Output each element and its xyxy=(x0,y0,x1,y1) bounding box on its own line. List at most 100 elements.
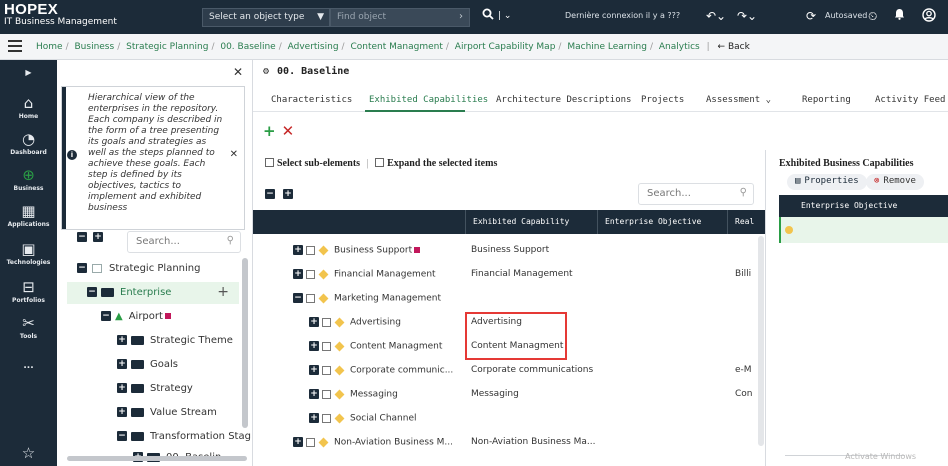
tab-architecture-descriptions[interactable]: Architecture Descriptions xyxy=(496,95,631,105)
breadcrumb-item[interactable]: 00. Baseline xyxy=(220,42,275,52)
expand-icon[interactable]: + xyxy=(117,359,127,369)
row-checkbox[interactable] xyxy=(306,293,315,303)
tree-node-strategy[interactable]: + Strategy xyxy=(57,378,239,400)
tree-node-strategic-planning[interactable]: − Strategic Planning xyxy=(57,258,239,280)
collapse-icon[interactable]: − xyxy=(293,293,303,303)
expand-icon[interactable]: + xyxy=(309,413,319,423)
grid-vertical-scrollbar[interactable] xyxy=(758,236,764,446)
grid-search-input[interactable]: Search... ⚲ xyxy=(638,183,754,205)
close-panel-icon[interactable]: ✕ xyxy=(233,65,243,79)
breadcrumb-item[interactable]: Analytics xyxy=(659,42,700,52)
row-checkbox[interactable] xyxy=(322,341,331,351)
expand-icon[interactable]: + xyxy=(293,269,303,279)
table-row[interactable]: + Financial Management Financial Manageme… xyxy=(253,262,767,286)
nav-item-dashboard[interactable]: ◔ Dashboard xyxy=(0,130,57,156)
find-object-input[interactable]: Find object › xyxy=(330,8,470,27)
expand-icon[interactable]: + xyxy=(309,365,319,375)
row-checkbox[interactable] xyxy=(322,365,331,375)
expand-icon[interactable]: + xyxy=(117,383,127,393)
expand-icon[interactable]: + xyxy=(117,335,127,345)
tree-node-airport[interactable]: − ▲ Airport xyxy=(57,306,239,328)
back-button[interactable]: ← Back xyxy=(718,42,750,52)
user-account-icon[interactable] xyxy=(922,8,936,26)
nav-item-business[interactable]: ⊕ Business xyxy=(0,166,57,192)
history-icon[interactable]: ⏲ xyxy=(868,8,877,24)
table-row[interactable]: − Marketing Management xyxy=(253,286,767,310)
tab-characteristics[interactable]: Characteristics xyxy=(271,95,352,105)
right-panel-row[interactable] xyxy=(779,217,948,243)
undo-icon[interactable]: ↶⌄ xyxy=(706,8,726,24)
search-options-icon[interactable]: | ⌄ xyxy=(498,8,511,24)
hamburger-menu-icon[interactable] xyxy=(8,40,22,52)
add-icon[interactable]: + xyxy=(263,122,276,140)
refresh-icon[interactable]: ⟳ xyxy=(806,8,816,24)
row-checkbox[interactable] xyxy=(322,389,331,399)
row-checkbox[interactable] xyxy=(322,413,331,423)
expand-icon[interactable]: + xyxy=(309,317,319,327)
nav-item-tools[interactable]: ✂ Tools xyxy=(0,314,57,340)
table-row[interactable]: + Non-Aviation Business M... Non-Aviation… xyxy=(253,430,767,454)
add-icon[interactable]: + xyxy=(217,284,229,300)
properties-button[interactable]: ▤ Properties xyxy=(787,174,867,190)
column-header-exhibited-capability[interactable]: Exhibited Capability xyxy=(473,217,569,226)
row-checkbox[interactable] xyxy=(306,245,315,255)
collapse-icon[interactable]: − xyxy=(117,431,127,441)
table-row[interactable]: + Corporate communic... Corporate communi… xyxy=(253,358,767,382)
tree-vertical-scrollbar[interactable] xyxy=(242,258,248,428)
tree-horizontal-scrollbar[interactable] xyxy=(67,456,247,461)
table-row[interactable]: + Business Support Business Support xyxy=(253,238,767,262)
row-checkbox[interactable] xyxy=(306,437,315,447)
expand-icon[interactable]: + xyxy=(293,245,303,255)
tree-node-strategic-theme[interactable]: + Strategic Theme xyxy=(57,330,239,352)
nav-item-technologies[interactable]: ▣ Technologies xyxy=(0,240,57,266)
remove-button[interactable]: ⊗ Remove xyxy=(866,174,924,190)
tree-node-enterprise[interactable]: − Enterprise + xyxy=(67,282,239,304)
tree-search-input[interactable]: Search... ⚲ xyxy=(127,231,241,253)
nav-item-applications[interactable]: ▦ Applications xyxy=(0,202,57,228)
column-header-enterprise-objective[interactable]: Enterprise Objective xyxy=(605,217,701,226)
table-row[interactable]: + Messaging Messaging Con xyxy=(253,382,767,406)
right-panel-column-header[interactable]: Enterprise Objective xyxy=(779,195,948,217)
select-sub-elements-checkbox[interactable] xyxy=(265,158,274,168)
tab-activity-feed[interactable]: Activity Feed xyxy=(875,95,945,105)
remove-icon[interactable]: ✕ xyxy=(282,122,295,140)
breadcrumb-item[interactable]: Strategic Planning xyxy=(126,42,208,52)
breadcrumb-item[interactable]: Machine Learning xyxy=(567,42,647,52)
tree-node-goals[interactable]: + Goals xyxy=(57,354,239,376)
tab-exhibited-capabilities[interactable]: Exhibited Capabilities xyxy=(369,95,488,105)
bell-icon[interactable] xyxy=(894,8,905,24)
collapse-icon[interactable]: − xyxy=(101,311,111,321)
nav-collapse-toggle[interactable]: ▶ xyxy=(0,64,57,82)
redo-icon[interactable]: ↷⌄ xyxy=(737,8,757,24)
select-sub-elements-option[interactable]: Select sub-elements xyxy=(265,158,360,169)
tab-reporting[interactable]: Reporting xyxy=(802,95,851,105)
brand-logo[interactable]: HOPEX IT Business Management xyxy=(4,2,117,27)
collapse-all-icon[interactable]: − xyxy=(265,189,275,199)
collapse-all-icon[interactable]: − xyxy=(77,232,87,242)
breadcrumb-item[interactable]: Airport Capability Map xyxy=(455,42,556,52)
row-checkbox[interactable] xyxy=(322,317,331,327)
tab-assessment[interactable]: Assessment ⌄ xyxy=(706,95,771,105)
expand-icon[interactable]: + xyxy=(117,407,127,417)
nav-item-home[interactable]: ⌂ Home xyxy=(0,94,57,120)
nav-item-portfolios[interactable]: ⊟ Portfolios xyxy=(0,278,57,304)
breadcrumb-item[interactable]: Advertising xyxy=(288,42,339,52)
tab-projects[interactable]: Projects xyxy=(641,95,684,105)
expand-icon[interactable]: + xyxy=(293,437,303,447)
nav-item-favorites[interactable]: ☆ xyxy=(0,444,57,462)
tree-node-transformation-stage[interactable]: − Transformation Stag xyxy=(57,426,251,448)
row-checkbox[interactable] xyxy=(306,269,315,279)
column-header-real[interactable]: Real xyxy=(735,217,754,226)
expand-icon[interactable]: + xyxy=(309,389,319,399)
expand-selected-option[interactable]: Expand the selected items xyxy=(375,158,497,169)
expand-selected-checkbox[interactable] xyxy=(375,158,385,168)
search-icon[interactable] xyxy=(482,8,494,24)
table-row[interactable]: + Social Channel xyxy=(253,406,767,430)
close-help-icon[interactable]: ✕ xyxy=(230,149,238,160)
expand-icon[interactable]: + xyxy=(309,341,319,351)
expand-all-icon[interactable]: + xyxy=(283,189,293,199)
breadcrumb-item[interactable]: Business xyxy=(75,42,115,52)
collapse-icon[interactable]: − xyxy=(77,263,87,273)
object-type-select[interactable]: Select an object type ▼ xyxy=(202,8,330,27)
breadcrumb-item[interactable]: Content Managment xyxy=(350,42,442,52)
